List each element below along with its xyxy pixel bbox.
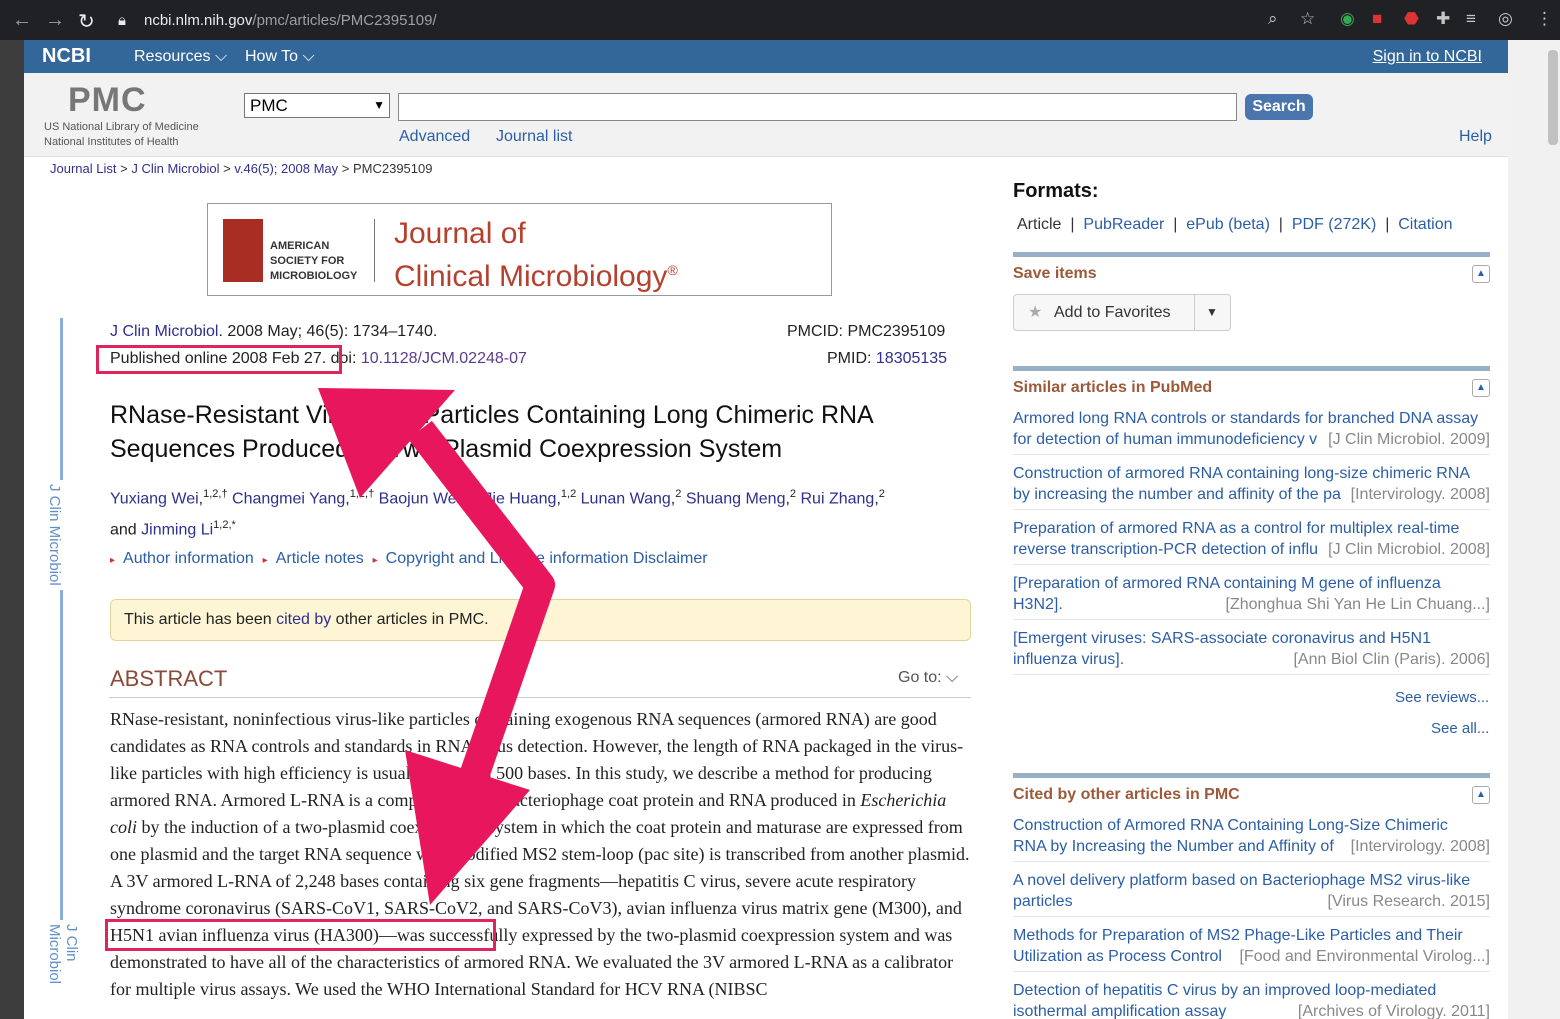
annotation-arrow [318, 388, 555, 905]
arrow-head-down [405, 750, 530, 905]
